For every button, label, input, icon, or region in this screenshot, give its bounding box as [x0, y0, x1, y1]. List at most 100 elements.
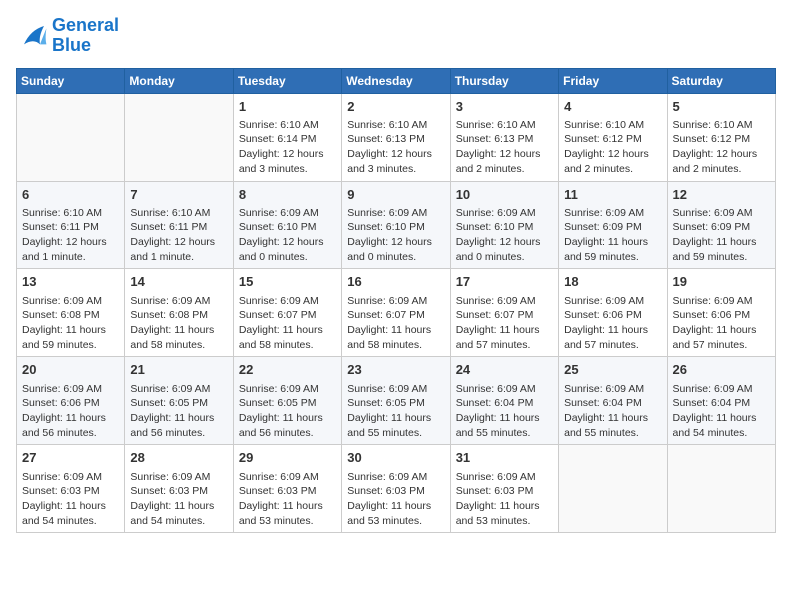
calendar-week-row: 1 Sunrise: 6:10 AM Sunset: 6:14 PM Daylig…: [17, 93, 776, 181]
day-info: Sunrise: 6:09 AM Sunset: 6:07 PM Dayligh…: [239, 294, 336, 353]
calendar-day-cell: 30 Sunrise: 6:09 AM Sunset: 6:03 PM Dayli…: [342, 445, 450, 533]
calendar-day-cell: 4 Sunrise: 6:10 AM Sunset: 6:12 PM Daylig…: [559, 93, 667, 181]
weekday-header: Wednesday: [342, 68, 450, 93]
weekday-header: Sunday: [17, 68, 125, 93]
day-number: 8: [239, 186, 336, 204]
calendar-day-cell: 31Sunrise: 6:09 AM Sunset: 6:03 PM Dayli…: [450, 445, 558, 533]
day-number: 2: [347, 98, 444, 116]
calendar-week-row: 13Sunrise: 6:09 AM Sunset: 6:08 PM Dayli…: [17, 269, 776, 357]
day-info: Sunrise: 6:09 AM Sunset: 6:08 PM Dayligh…: [130, 294, 227, 353]
day-number: 23: [347, 361, 444, 379]
day-info: Sunrise: 6:09 AM Sunset: 6:10 PM Dayligh…: [456, 206, 553, 265]
day-number: 11: [564, 186, 661, 204]
day-info: Sunrise: 6:09 AM Sunset: 6:03 PM Dayligh…: [239, 470, 336, 529]
day-number: 9: [347, 186, 444, 204]
day-number: 19: [673, 273, 770, 291]
weekday-header: Saturday: [667, 68, 775, 93]
day-info: Sunrise: 6:09 AM Sunset: 6:09 PM Dayligh…: [564, 206, 661, 265]
day-info: Sunrise: 6:10 AM Sunset: 6:13 PM Dayligh…: [347, 118, 444, 177]
day-info: Sunrise: 6:10 AM Sunset: 6:12 PM Dayligh…: [673, 118, 770, 177]
day-number: 6: [22, 186, 119, 204]
calendar-day-cell: 1 Sunrise: 6:10 AM Sunset: 6:14 PM Daylig…: [233, 93, 341, 181]
day-number: 12: [673, 186, 770, 204]
calendar-day-cell: 10 Sunrise: 6:09 AM Sunset: 6:10 PM Dayli…: [450, 181, 558, 269]
weekday-header: Thursday: [450, 68, 558, 93]
day-info: Sunrise: 6:09 AM Sunset: 6:03 PM Dayligh…: [130, 470, 227, 529]
day-number: 22: [239, 361, 336, 379]
calendar-day-cell: 16 Sunrise: 6:09 AM Sunset: 6:07 PM Dayli…: [342, 269, 450, 357]
calendar-day-cell: 18 Sunrise: 6:09 AM Sunset: 6:06 PM Dayli…: [559, 269, 667, 357]
day-number: 24: [456, 361, 553, 379]
calendar-day-cell: 23 Sunrise: 6:09 AM Sunset: 6:05 PM Dayli…: [342, 357, 450, 445]
day-info: Sunrise: 6:10 AM Sunset: 6:11 PM Dayligh…: [22, 206, 119, 265]
calendar-day-cell: [667, 445, 775, 533]
day-number: 17: [456, 273, 553, 291]
day-info: Sunrise: 6:09 AM Sunset: 6:04 PM Dayligh…: [673, 382, 770, 441]
calendar-week-row: 27Sunrise: 6:09 AM Sunset: 6:03 PM Dayli…: [17, 445, 776, 533]
calendar-day-cell: 19 Sunrise: 6:09 AM Sunset: 6:06 PM Dayli…: [667, 269, 775, 357]
calendar-day-cell: [125, 93, 233, 181]
calendar-day-cell: 17Sunrise: 6:09 AM Sunset: 6:07 PM Dayli…: [450, 269, 558, 357]
day-info: Sunrise: 6:09 AM Sunset: 6:05 PM Dayligh…: [130, 382, 227, 441]
day-number: 16: [347, 273, 444, 291]
day-info: Sunrise: 6:10 AM Sunset: 6:13 PM Dayligh…: [456, 118, 553, 177]
day-info: Sunrise: 6:09 AM Sunset: 6:10 PM Dayligh…: [239, 206, 336, 265]
day-info: Sunrise: 6:09 AM Sunset: 6:06 PM Dayligh…: [673, 294, 770, 353]
day-info: Sunrise: 6:09 AM Sunset: 6:06 PM Dayligh…: [564, 294, 661, 353]
day-number: 20: [22, 361, 119, 379]
calendar-day-cell: 28 Sunrise: 6:09 AM Sunset: 6:03 PM Dayli…: [125, 445, 233, 533]
day-number: 15: [239, 273, 336, 291]
calendar-day-cell: 25Sunrise: 6:09 AM Sunset: 6:04 PM Dayli…: [559, 357, 667, 445]
day-number: 29: [239, 449, 336, 467]
day-info: Sunrise: 6:10 AM Sunset: 6:12 PM Dayligh…: [564, 118, 661, 177]
day-info: Sunrise: 6:09 AM Sunset: 6:10 PM Dayligh…: [347, 206, 444, 265]
calendar-day-cell: 2 Sunrise: 6:10 AM Sunset: 6:13 PM Daylig…: [342, 93, 450, 181]
day-info: Sunrise: 6:10 AM Sunset: 6:11 PM Dayligh…: [130, 206, 227, 265]
calendar-day-cell: [17, 93, 125, 181]
calendar-day-cell: 21 Sunrise: 6:09 AM Sunset: 6:05 PM Dayli…: [125, 357, 233, 445]
logo-icon: [16, 22, 48, 50]
day-info: Sunrise: 6:09 AM Sunset: 6:08 PM Dayligh…: [22, 294, 119, 353]
calendar-day-cell: 20Sunrise: 6:09 AM Sunset: 6:06 PM Dayli…: [17, 357, 125, 445]
calendar-day-cell: 12 Sunrise: 6:09 AM Sunset: 6:09 PM Dayli…: [667, 181, 775, 269]
day-number: 21: [130, 361, 227, 379]
day-number: 18: [564, 273, 661, 291]
calendar-day-cell: 14 Sunrise: 6:09 AM Sunset: 6:08 PM Dayli…: [125, 269, 233, 357]
day-info: Sunrise: 6:09 AM Sunset: 6:03 PM Dayligh…: [347, 470, 444, 529]
logo: General Blue: [16, 16, 119, 56]
calendar-day-cell: 8 Sunrise: 6:09 AM Sunset: 6:10 PM Daylig…: [233, 181, 341, 269]
calendar-day-cell: 24 Sunrise: 6:09 AM Sunset: 6:04 PM Dayli…: [450, 357, 558, 445]
day-number: 31: [456, 449, 553, 467]
day-number: 1: [239, 98, 336, 116]
day-info: Sunrise: 6:09 AM Sunset: 6:04 PM Dayligh…: [456, 382, 553, 441]
day-number: 30: [347, 449, 444, 467]
calendar-day-cell: 27Sunrise: 6:09 AM Sunset: 6:03 PM Dayli…: [17, 445, 125, 533]
day-number: 7: [130, 186, 227, 204]
day-number: 14: [130, 273, 227, 291]
logo-text: General Blue: [52, 16, 119, 56]
calendar-table: SundayMondayTuesdayWednesdayThursdayFrid…: [16, 68, 776, 534]
calendar-day-cell: 22 Sunrise: 6:09 AM Sunset: 6:05 PM Dayli…: [233, 357, 341, 445]
weekday-header: Friday: [559, 68, 667, 93]
day-number: 4: [564, 98, 661, 116]
calendar-day-cell: 26Sunrise: 6:09 AM Sunset: 6:04 PM Dayli…: [667, 357, 775, 445]
calendar-day-cell: 29 Sunrise: 6:09 AM Sunset: 6:03 PM Dayli…: [233, 445, 341, 533]
day-info: Sunrise: 6:09 AM Sunset: 6:09 PM Dayligh…: [673, 206, 770, 265]
calendar-day-cell: 6 Sunrise: 6:10 AM Sunset: 6:11 PM Daylig…: [17, 181, 125, 269]
day-number: 3: [456, 98, 553, 116]
calendar-week-row: 20Sunrise: 6:09 AM Sunset: 6:06 PM Dayli…: [17, 357, 776, 445]
weekday-header: Tuesday: [233, 68, 341, 93]
page-header: General Blue: [16, 16, 776, 56]
day-number: 28: [130, 449, 227, 467]
calendar-day-cell: 9 Sunrise: 6:09 AM Sunset: 6:10 PM Daylig…: [342, 181, 450, 269]
day-info: Sunrise: 6:09 AM Sunset: 6:05 PM Dayligh…: [239, 382, 336, 441]
calendar-header-row: SundayMondayTuesdayWednesdayThursdayFrid…: [17, 68, 776, 93]
day-info: Sunrise: 6:09 AM Sunset: 6:05 PM Dayligh…: [347, 382, 444, 441]
calendar-day-cell: 5Sunrise: 6:10 AM Sunset: 6:12 PM Daylig…: [667, 93, 775, 181]
day-info: Sunrise: 6:09 AM Sunset: 6:07 PM Dayligh…: [347, 294, 444, 353]
weekday-header: Monday: [125, 68, 233, 93]
calendar-day-cell: 7 Sunrise: 6:10 AM Sunset: 6:11 PM Daylig…: [125, 181, 233, 269]
day-info: Sunrise: 6:09 AM Sunset: 6:03 PM Dayligh…: [22, 470, 119, 529]
day-info: Sunrise: 6:10 AM Sunset: 6:14 PM Dayligh…: [239, 118, 336, 177]
day-number: 10: [456, 186, 553, 204]
